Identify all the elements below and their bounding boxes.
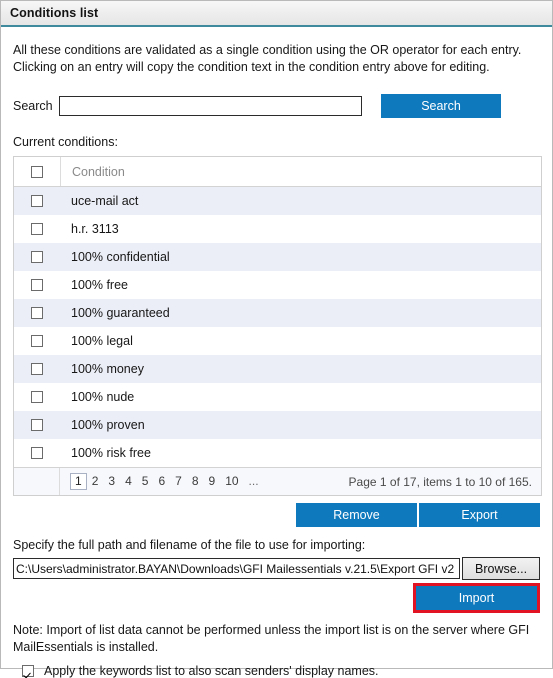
row-checkbox-cell: [14, 279, 60, 291]
row-condition-text: 100% proven: [71, 418, 145, 432]
import-note-line-2: MailEssentials is installed.: [13, 640, 159, 654]
import-path-input[interactable]: [13, 558, 461, 579]
browse-button[interactable]: Browse...: [462, 557, 540, 580]
import-button-row: Import: [13, 583, 540, 613]
row-checkbox-cell: [14, 335, 60, 347]
conditions-list-panel: Conditions list All these conditions are…: [0, 0, 553, 678]
row-checkbox-cell: [14, 251, 60, 263]
pager-ellipsis: ...: [248, 474, 259, 488]
apply-keywords-checkbox[interactable]: [22, 665, 34, 677]
grid-body: uce-mail act h.r. 3113 100% confidential 10…: [14, 187, 541, 467]
apply-keywords-label: Apply the keywords list to also scan sen…: [44, 664, 379, 678]
row-checkbox[interactable]: [31, 335, 43, 347]
row-checkbox[interactable]: [31, 195, 43, 207]
table-row[interactable]: 100% nude: [14, 383, 541, 411]
pager-page-4[interactable]: 4: [120, 474, 137, 489]
intro-line-1: All these conditions are validated as a …: [13, 43, 522, 57]
table-row[interactable]: uce-mail act: [14, 187, 541, 215]
pager-status-text: Page 1 of 17, items 1 to 10 of 165.: [348, 474, 532, 489]
table-row[interactable]: 100% risk free: [14, 439, 541, 467]
grid-action-row: Remove Export: [13, 503, 540, 527]
row-checkbox-cell: [14, 419, 60, 431]
table-row[interactable]: 100% free: [14, 271, 541, 299]
pager-page-2[interactable]: 2: [87, 474, 104, 489]
pager-page-9[interactable]: 9: [204, 474, 221, 489]
grid-pager: 1 2 3 4 5 6 7 8 9 10... Page 1 of 17, items 1 to …: [14, 467, 541, 495]
import-note-line-1: Note: Import of list data cannot be perf…: [13, 623, 530, 637]
row-checkbox-cell: [14, 447, 60, 459]
row-condition-text: 100% guaranteed: [71, 306, 170, 320]
panel-content: All these conditions are validated as a …: [1, 42, 552, 678]
row-condition-text: uce-mail act: [71, 194, 139, 208]
pager-page-3[interactable]: 3: [103, 474, 120, 489]
row-checkbox[interactable]: [31, 419, 43, 431]
pager-page-8[interactable]: 8: [187, 474, 204, 489]
import-path-row: Browse...: [13, 557, 540, 580]
table-row[interactable]: 100% guaranteed: [14, 299, 541, 327]
table-row[interactable]: 100% proven: [14, 411, 541, 439]
current-conditions-label: Current conditions:: [13, 135, 118, 149]
row-checkbox[interactable]: [31, 223, 43, 235]
row-checkbox-cell: [14, 363, 60, 375]
import-note: Note: Import of list data cannot be perf…: [13, 622, 540, 656]
row-condition-text: h.r. 3113: [71, 222, 119, 236]
row-checkbox-cell: [14, 223, 60, 235]
search-label: Search: [13, 99, 53, 113]
pager-page-7[interactable]: 7: [170, 474, 187, 489]
select-all-checkbox[interactable]: [31, 165, 43, 178]
table-row[interactable]: 100% money: [14, 355, 541, 383]
row-condition-text: 100% nude: [71, 390, 135, 404]
pager-page-links: 1 2 3 4 5 6 7 8 9 10...: [70, 473, 264, 490]
pager-page-10[interactable]: 10: [220, 474, 243, 489]
page-title: Conditions list: [10, 6, 99, 20]
intro-line-2: Clicking on an entry will copy the condi…: [13, 60, 490, 74]
remove-button[interactable]: Remove: [296, 503, 417, 527]
column-header-condition: Condition: [60, 157, 541, 186]
row-checkbox[interactable]: [31, 251, 43, 263]
row-checkbox-cell: [14, 391, 60, 403]
row-condition-text: 100% money: [71, 362, 144, 376]
row-condition-text: 100% confidential: [71, 250, 170, 264]
table-row[interactable]: 100% legal: [14, 327, 541, 355]
row-checkbox[interactable]: [31, 307, 43, 319]
pager-page-6[interactable]: 6: [153, 474, 170, 489]
grid-header-row: Condition: [14, 157, 541, 187]
window-titlebar: Conditions list: [1, 1, 552, 27]
intro-text: All these conditions are validated as a …: [13, 42, 540, 76]
import-highlight-box: Import: [413, 583, 540, 613]
header-checkbox-cell: [14, 165, 60, 178]
conditions-grid: Condition uce-mail act h.r. 3113 100% conf…: [13, 156, 542, 496]
export-button[interactable]: Export: [419, 503, 540, 527]
import-button[interactable]: Import: [416, 586, 537, 610]
row-checkbox[interactable]: [31, 391, 43, 403]
row-condition-text: 100% risk free: [71, 446, 151, 460]
row-condition-text: 100% legal: [71, 334, 133, 348]
row-checkbox[interactable]: [31, 363, 43, 375]
row-checkbox[interactable]: [31, 279, 43, 291]
row-checkbox[interactable]: [31, 447, 43, 459]
pager-page-1[interactable]: 1: [70, 473, 87, 490]
pager-inner: 1 2 3 4 5 6 7 8 9 10... Page 1 of 17, items 1 to …: [60, 473, 541, 490]
row-checkbox-cell: [14, 195, 60, 207]
row-checkbox-cell: [14, 307, 60, 319]
table-row[interactable]: 100% confidential: [14, 243, 541, 271]
pager-gutter: [14, 468, 60, 495]
search-row: Search Search: [13, 94, 540, 118]
apply-keywords-row[interactable]: Apply the keywords list to also scan sen…: [13, 664, 540, 678]
search-button[interactable]: Search: [381, 94, 501, 118]
table-row[interactable]: h.r. 3113: [14, 215, 541, 243]
pager-page-5[interactable]: 5: [137, 474, 154, 489]
row-condition-text: 100% free: [71, 278, 128, 292]
import-hint-text: Specify the full path and filename of th…: [13, 538, 366, 552]
search-input[interactable]: [59, 96, 362, 116]
